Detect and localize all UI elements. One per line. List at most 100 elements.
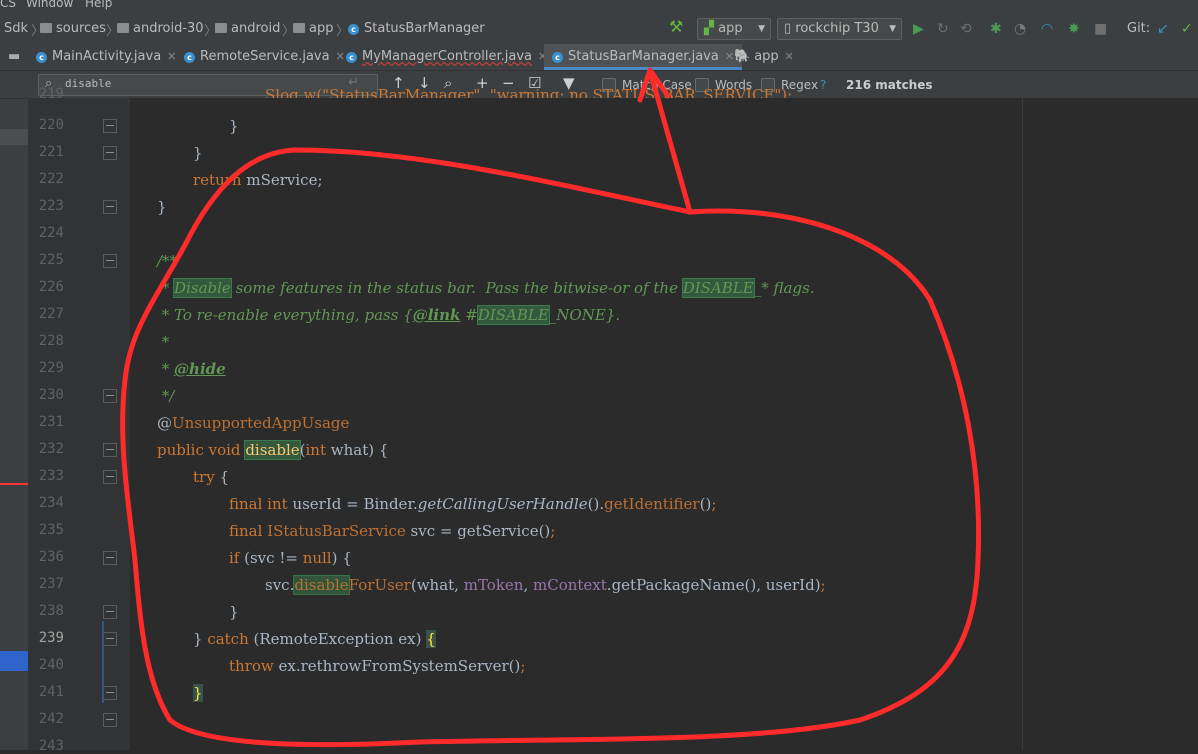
fold-marker-icon[interactable] bbox=[103, 551, 117, 565]
attach-debugger-icon[interactable]: ◠ bbox=[1041, 22, 1053, 36]
fold-marker-icon[interactable] bbox=[103, 686, 117, 700]
code-line-231[interactable]: @UnsupportedAppUsage bbox=[157, 414, 349, 432]
tab-menu-icon[interactable]: ▬ bbox=[8, 44, 28, 70]
gradle-icon: 🐘 bbox=[734, 49, 751, 64]
code-line-228[interactable]: * bbox=[157, 333, 170, 351]
run-config-select[interactable]: ▞ app ▼ bbox=[697, 18, 771, 40]
line-number: 228 bbox=[38, 333, 64, 349]
menu-help[interactable]: Help bbox=[85, 0, 112, 10]
git-update-icon[interactable]: ↙ bbox=[1157, 22, 1169, 36]
code-line-235[interactable]: final IStatusBarService svc = getService… bbox=[229, 522, 555, 540]
code-line-238[interactable]: } bbox=[229, 603, 239, 621]
close-icon[interactable]: ✕ bbox=[167, 50, 176, 63]
build-hammer-icon[interactable]: ⚒ bbox=[669, 19, 683, 35]
bug-icon[interactable]: ✸ bbox=[1068, 22, 1080, 36]
code-line-234[interactable]: final int userId = Binder.getCallingUser… bbox=[229, 495, 716, 513]
debug-icon[interactable]: ✱ bbox=[990, 22, 1002, 36]
tab-remoteservice[interactable]: c RemoteService.java ✕ bbox=[184, 44, 345, 70]
line-number: 219 bbox=[38, 86, 64, 102]
line-number: 220 bbox=[38, 117, 64, 133]
line-number: 236 bbox=[38, 549, 64, 565]
regex-help-link[interactable]: ? bbox=[820, 78, 826, 92]
fold-marker-icon[interactable] bbox=[103, 254, 117, 268]
code-line-221[interactable]: } bbox=[193, 144, 203, 162]
code-line-227[interactable]: * To re-enable everything, pass {@link #… bbox=[157, 305, 620, 325]
code-line-240[interactable]: throw ex.rethrowFromSystemServer(); bbox=[229, 657, 525, 675]
breadcrumb-sources[interactable]: sources bbox=[40, 21, 106, 36]
search-query: disable bbox=[65, 77, 112, 90]
code-line-229[interactable]: * @hide bbox=[157, 360, 226, 378]
breadcrumb-android[interactable]: android bbox=[215, 21, 280, 36]
right-margin-guide bbox=[1022, 98, 1023, 750]
chevron-down-icon: ▼ bbox=[889, 24, 896, 34]
code-line-232[interactable]: public void disable(int what) { bbox=[157, 440, 388, 460]
code-line-230[interactable]: */ bbox=[157, 387, 175, 405]
line-number: 231 bbox=[38, 414, 64, 430]
menu-vcs[interactable]: CS bbox=[0, 0, 16, 10]
fold-marker-icon[interactable] bbox=[103, 119, 117, 133]
fold-marker-icon[interactable] bbox=[103, 146, 117, 160]
code-line-225[interactable]: /** bbox=[157, 252, 177, 270]
left-tool-strip bbox=[0, 71, 28, 750]
git-label: Git: bbox=[1127, 21, 1151, 36]
line-number: 225 bbox=[38, 252, 64, 268]
run-icon[interactable]: ▶ bbox=[913, 22, 924, 36]
line-number: 238 bbox=[38, 603, 64, 619]
class-icon: c bbox=[348, 24, 359, 35]
chevron-down-icon: ▼ bbox=[758, 24, 765, 34]
bookmark-marker bbox=[0, 651, 28, 671]
folder-icon bbox=[117, 23, 129, 33]
close-icon[interactable]: ✕ bbox=[725, 50, 734, 63]
fold-marker-icon[interactable] bbox=[103, 389, 117, 403]
match-count: 216 matches bbox=[846, 78, 933, 92]
breadcrumb-sdk[interactable]: Sdk bbox=[4, 21, 28, 36]
code-line-220[interactable]: } bbox=[229, 117, 239, 135]
line-number: 239 bbox=[38, 630, 64, 646]
apply-changes-icon[interactable]: ↻ bbox=[937, 22, 949, 36]
tab-mainactivity[interactable]: c MainActivity.java ✕ bbox=[36, 44, 176, 70]
folder-icon bbox=[40, 23, 52, 33]
change-marker bbox=[102, 621, 104, 703]
fold-marker-icon[interactable] bbox=[103, 632, 117, 646]
stop-icon[interactable]: ■ bbox=[1094, 22, 1107, 36]
apply-code-changes-icon[interactable]: ⟲ bbox=[960, 22, 972, 36]
editor-tab-bar: ▬ c MainActivity.java ✕ c RemoteService.jav… bbox=[0, 44, 1198, 71]
tab-statusbarmanager[interactable]: c StatusBarManager.java ✕ bbox=[544, 44, 743, 70]
code-line-219[interactable]: Slog.w("StatusBarManager", "warning: no … bbox=[265, 86, 792, 98]
line-number: 233 bbox=[38, 468, 64, 484]
fold-marker-icon[interactable] bbox=[103, 713, 117, 727]
line-number: 226 bbox=[38, 279, 64, 295]
breadcrumb-android-30[interactable]: android-30 bbox=[117, 21, 204, 36]
line-number: 223 bbox=[38, 198, 64, 214]
breadcrumb-app[interactable]: app bbox=[293, 21, 333, 36]
fold-marker-icon[interactable] bbox=[103, 443, 117, 457]
close-icon[interactable]: ✕ bbox=[785, 50, 794, 63]
git-commit-icon[interactable]: ✓ bbox=[1181, 22, 1193, 36]
device-select[interactable]: ▯ rockchip T30 ▼ bbox=[777, 18, 902, 40]
close-icon[interactable]: ✕ bbox=[336, 50, 345, 63]
class-icon: c bbox=[36, 52, 47, 63]
line-number: 221 bbox=[38, 144, 64, 160]
folder-icon bbox=[215, 23, 227, 33]
fold-marker-icon[interactable] bbox=[103, 470, 117, 484]
tab-mymanagercontroller[interactable]: c MyManagerController.java ✕ bbox=[346, 44, 547, 70]
menu-window[interactable]: Window bbox=[26, 0, 73, 10]
profile-icon[interactable]: ◔ bbox=[1014, 22, 1026, 36]
menu-bar: CS Window Help bbox=[0, 0, 1198, 13]
folder-icon bbox=[293, 23, 305, 33]
tool-window-marker bbox=[0, 129, 28, 145]
line-number: 227 bbox=[38, 306, 64, 322]
breadcrumb-statusbarmanager[interactable]: c StatusBarManager bbox=[348, 21, 485, 36]
fold-marker-icon[interactable] bbox=[103, 605, 117, 619]
tab-app[interactable]: 🐘 app ✕ bbox=[734, 44, 794, 70]
code-line-239[interactable]: } catch (RemoteException ex) { bbox=[193, 630, 436, 648]
line-number: 234 bbox=[38, 495, 64, 511]
code-line-223[interactable]: } bbox=[157, 198, 167, 216]
code-line-222[interactable]: return mService; bbox=[193, 171, 323, 189]
code-line-233[interactable]: try { bbox=[193, 468, 229, 486]
code-line-236[interactable]: if (svc != null) { bbox=[229, 549, 352, 567]
code-line-241[interactable]: } bbox=[193, 684, 203, 702]
code-line-237[interactable]: svc.disableForUser(what, mToken, mContex… bbox=[265, 575, 826, 595]
fold-marker-icon[interactable] bbox=[103, 200, 117, 214]
code-line-226[interactable]: * Disable some features in the status ba… bbox=[157, 278, 815, 298]
